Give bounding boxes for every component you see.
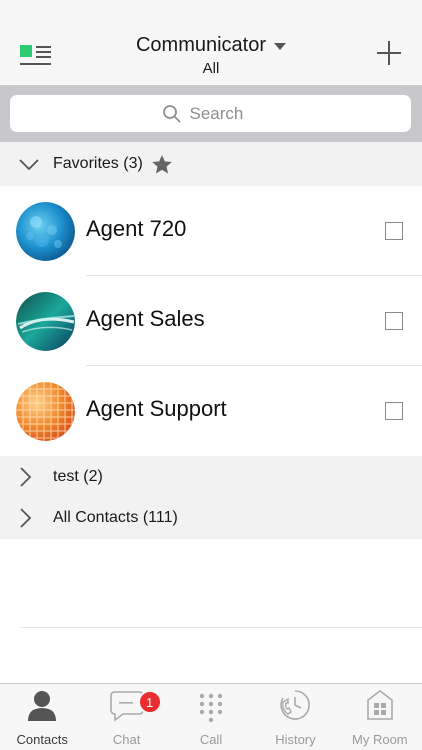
add-icon[interactable] <box>376 40 402 66</box>
app-title: Communicator <box>135 34 267 56</box>
group-test[interactable]: test (2) <box>0 456 422 497</box>
tab-label: History <box>275 732 316 747</box>
group-label: Favorites (3) <box>53 155 143 172</box>
dialpad-icon <box>198 684 224 726</box>
search-box[interactable] <box>10 95 411 132</box>
tab-label: Call <box>199 732 223 747</box>
contact-checkbox[interactable] <box>385 402 403 420</box>
tab-my-room[interactable]: My Room <box>338 684 422 750</box>
chevron-right-icon <box>18 507 46 529</box>
room-icon <box>365 684 395 726</box>
search-bar <box>0 86 422 142</box>
top-bar: Communicator All <box>0 0 422 86</box>
contact-row[interactable]: Agent Sales <box>0 276 422 366</box>
title-dropdown[interactable]: Communicator All <box>0 34 422 77</box>
contact-name: Agent 720 <box>86 216 187 241</box>
chevron-down-icon <box>18 157 46 171</box>
avatar <box>16 382 75 441</box>
tab-chat[interactable]: 1 Chat <box>84 684 168 750</box>
search-input[interactable] <box>189 103 260 124</box>
tab-bar: Contacts 1 Chat Call History My Room <box>0 683 422 750</box>
tab-call[interactable]: Call <box>169 684 253 750</box>
contact-row[interactable]: Agent Support <box>0 366 422 456</box>
tab-history[interactable]: History <box>253 684 337 750</box>
tab-label: Contacts <box>16 732 68 747</box>
search-icon <box>162 104 181 123</box>
unread-badge: 1 <box>137 690 162 714</box>
contact-checkbox[interactable] <box>385 222 403 240</box>
contact-checkbox[interactable] <box>385 312 403 330</box>
contact-row[interactable]: Agent 720 <box>0 186 422 276</box>
list-divider <box>20 627 422 628</box>
clock-phone-icon <box>278 684 312 726</box>
avatar <box>16 202 75 261</box>
caret-down-icon <box>274 43 287 50</box>
person-icon <box>25 684 59 726</box>
filter-subtitle: All <box>202 60 220 77</box>
group-favorites[interactable]: Favorites (3) <box>0 142 422 186</box>
contact-name: Agent Sales <box>86 306 205 331</box>
chevron-right-icon <box>18 466 46 488</box>
tab-label: Chat <box>112 732 141 747</box>
tab-label: My Room <box>352 732 408 747</box>
star-icon <box>151 154 173 175</box>
group-label: test (2) <box>53 467 103 485</box>
contact-name: Agent Support <box>86 396 227 421</box>
group-label: All Contacts (111) <box>53 509 178 526</box>
avatar <box>16 292 75 351</box>
tab-contacts[interactable]: Contacts <box>0 684 84 750</box>
group-all-contacts[interactable]: All Contacts (111) <box>0 497 422 539</box>
